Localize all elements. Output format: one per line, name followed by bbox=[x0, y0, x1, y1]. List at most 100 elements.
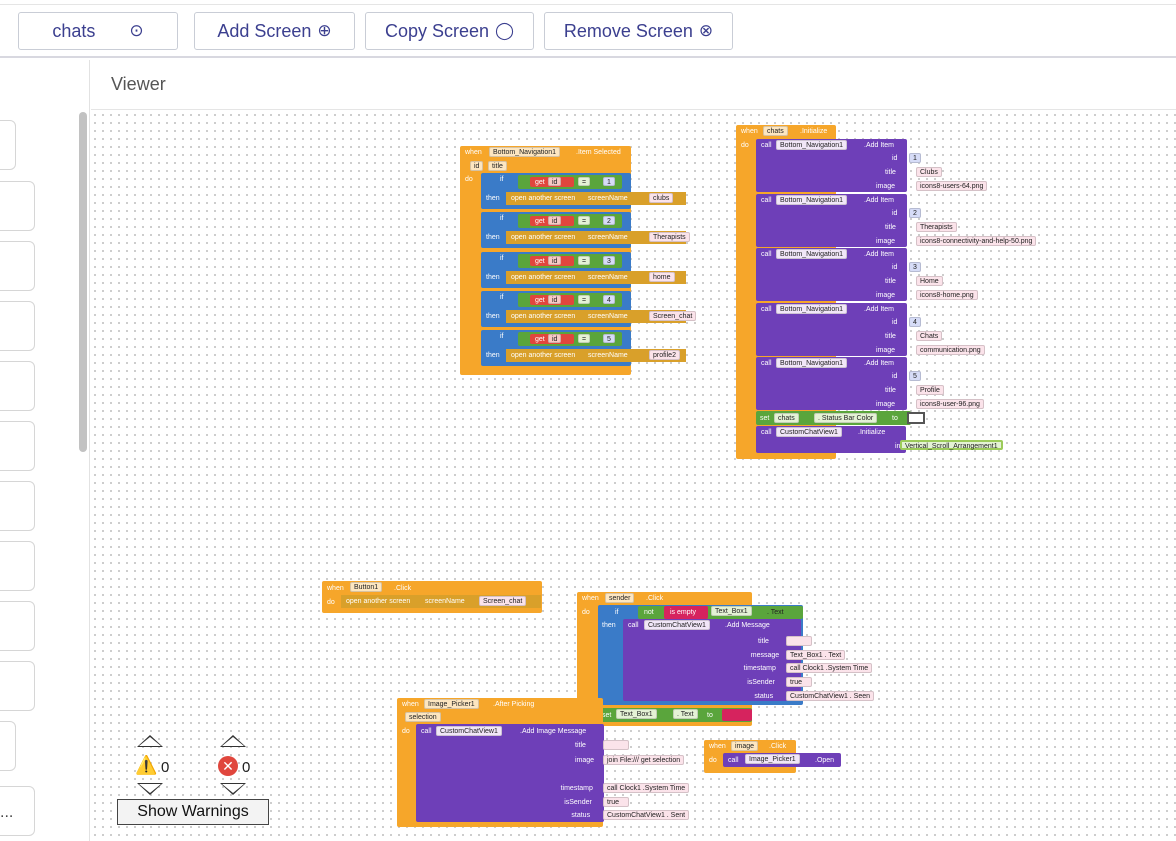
variable-dropdown[interactable]: id bbox=[548, 255, 562, 265]
operator-dropdown[interactable]: = bbox=[578, 334, 591, 344]
component-dropdown[interactable]: Bottom_Navigation1 bbox=[776, 194, 848, 205]
number-value[interactable]: 1 bbox=[603, 177, 615, 186]
title-value[interactable]: Profile bbox=[916, 385, 944, 396]
component-dropdown[interactable]: Bottom_Navigation1 bbox=[776, 140, 848, 150]
title-value[interactable]: Clubs bbox=[916, 167, 942, 177]
component-dropdown[interactable]: CustomChatView1 bbox=[644, 620, 710, 630]
screen-name-string[interactable]: clubs bbox=[649, 193, 674, 203]
prev-warning-arrow-icon[interactable] bbox=[137, 735, 163, 747]
image-value[interactable]: icons8-users-64.png bbox=[916, 181, 988, 191]
component-dropdown[interactable]: Bottom_Navigation1 bbox=[776, 249, 848, 260]
id-value[interactable]: 2 bbox=[909, 207, 921, 218]
screen-name-string[interactable]: Screen_chat bbox=[649, 310, 697, 321]
color-swatch[interactable] bbox=[907, 412, 925, 424]
next-error-arrow-icon[interactable] bbox=[220, 783, 246, 795]
component-dropdown[interactable]: Bottom_Navigation1 bbox=[489, 147, 561, 157]
arg-value[interactable]: CustomChatView1 . Sent bbox=[603, 810, 690, 820]
screen-name-string[interactable]: profile2 bbox=[649, 350, 680, 361]
drawer-card[interactable] bbox=[0, 541, 35, 591]
copy-screen-button[interactable]: Copy Screen ◯ bbox=[365, 12, 534, 50]
drawer-card[interactable] bbox=[0, 421, 35, 471]
operator-dropdown[interactable]: = bbox=[578, 255, 591, 265]
component-dropdown[interactable]: CustomChatView1 bbox=[776, 427, 842, 437]
arg-value[interactable]: call Clock1 .System Time bbox=[603, 783, 690, 793]
param-title[interactable]: title bbox=[488, 161, 507, 171]
param-selection[interactable]: selection bbox=[405, 712, 441, 722]
param-id[interactable]: id bbox=[470, 161, 484, 171]
drawer-card[interactable] bbox=[0, 120, 16, 170]
property-dropdown[interactable]: . Text bbox=[673, 709, 698, 719]
component-dropdown[interactable]: Image_Picker1 bbox=[424, 699, 479, 709]
arg-value[interactable]: call Clock1 .System Time bbox=[786, 663, 873, 673]
component-dropdown[interactable]: CustomChatView1 bbox=[436, 726, 502, 736]
arg-value[interactable]: true bbox=[603, 797, 629, 807]
arg-value[interactable]: true bbox=[786, 677, 812, 687]
drawer-card[interactable] bbox=[0, 481, 35, 531]
operator-dropdown[interactable]: = bbox=[578, 177, 591, 186]
image-value[interactable]: icons8-user-96.png bbox=[916, 399, 984, 410]
title-value[interactable]: Chats bbox=[916, 330, 943, 341]
arg-value[interactable] bbox=[603, 740, 629, 750]
variable-dropdown[interactable]: id bbox=[548, 216, 562, 226]
property-dropdown[interactable]: . Status Bar Color bbox=[814, 413, 878, 423]
drawer-card[interactable] bbox=[0, 361, 35, 411]
textbox-dropdown[interactable]: Text_Box1 bbox=[616, 709, 657, 719]
drawer-card[interactable] bbox=[0, 721, 16, 771]
component-dropdown[interactable]: sender bbox=[605, 593, 635, 603]
remove-screen-label: Remove Screen bbox=[563, 20, 693, 41]
title-value[interactable]: Therapists bbox=[916, 221, 957, 232]
variable-dropdown[interactable]: id bbox=[548, 334, 562, 344]
id-value[interactable]: 1 bbox=[909, 153, 921, 163]
number-value[interactable]: 2 bbox=[603, 216, 615, 226]
image-value[interactable]: icons8-connectivity-and-help-50.png bbox=[916, 235, 1037, 246]
add-screen-button[interactable]: Add Screen ⊕ bbox=[194, 12, 355, 50]
component-dropdown[interactable]: Bottom_Navigation1 bbox=[776, 358, 848, 369]
screen-name-string[interactable]: home bbox=[649, 271, 675, 282]
variable-dropdown[interactable]: id bbox=[548, 294, 562, 304]
id-value[interactable]: 3 bbox=[909, 262, 921, 273]
id-value[interactable]: 4 bbox=[909, 316, 921, 327]
drawer-card[interactable] bbox=[0, 181, 35, 231]
number-value[interactable]: 5 bbox=[603, 334, 615, 344]
component-dropdown[interactable]: Image_Picker1 bbox=[745, 754, 800, 764]
arg-value[interactable] bbox=[786, 636, 812, 646]
prev-error-arrow-icon[interactable] bbox=[220, 735, 246, 747]
variable-dropdown[interactable]: id bbox=[548, 177, 562, 186]
event-name: .Click bbox=[394, 585, 412, 592]
screen-dropdown[interactable]: chats bbox=[774, 413, 799, 423]
drawer-card[interactable] bbox=[0, 241, 35, 291]
number-value[interactable]: 3 bbox=[603, 255, 615, 265]
drawer-card[interactable] bbox=[0, 601, 35, 651]
add-image-message-block[interactable] bbox=[416, 724, 604, 822]
arg-value[interactable]: Text_Box1 . Text bbox=[786, 650, 846, 660]
screen-dropdown[interactable]: chats bbox=[763, 126, 788, 136]
empty-string-block[interactable] bbox=[722, 709, 752, 721]
image-value[interactable]: communication.png bbox=[916, 344, 985, 355]
arg-value[interactable]: join File:/// get selection bbox=[603, 755, 685, 765]
textbox-dropdown[interactable]: Text_Box1 bbox=[711, 606, 752, 616]
operator-dropdown[interactable]: = bbox=[578, 216, 591, 226]
arrangement-dropdown[interactable]: Vertical_Scroll_Arrangement1 bbox=[900, 440, 1003, 450]
id-value[interactable]: 5 bbox=[909, 371, 921, 382]
next-warning-arrow-icon[interactable] bbox=[137, 783, 163, 795]
arg-value[interactable]: CustomChatView1 . Seen bbox=[786, 691, 875, 701]
sidebar-scrollbar[interactable] bbox=[79, 112, 87, 452]
component-dropdown[interactable]: Bottom_Navigation1 bbox=[776, 303, 848, 314]
viewer-title: Viewer bbox=[111, 74, 166, 94]
drawer-card[interactable] bbox=[0, 661, 35, 711]
title-value[interactable]: Home bbox=[916, 276, 943, 287]
screen-selector-button[interactable]: chats ⊙ bbox=[18, 12, 178, 50]
remove-screen-button[interactable]: Remove Screen ⊗ bbox=[544, 12, 733, 50]
add-message-call-block[interactable] bbox=[623, 619, 801, 701]
screen-name-string[interactable]: Therapists bbox=[649, 232, 690, 243]
component-dropdown[interactable]: Button1 bbox=[350, 582, 383, 592]
screen-name-string[interactable]: Screen_chat bbox=[479, 596, 527, 606]
blocks-workspace[interactable] bbox=[91, 111, 1176, 841]
set-word: set bbox=[760, 415, 770, 422]
show-warnings-button[interactable]: Show Warnings bbox=[117, 799, 269, 825]
component-dropdown[interactable]: image bbox=[731, 741, 759, 751]
image-value[interactable]: icons8-home.png bbox=[916, 290, 978, 301]
number-value[interactable]: 4 bbox=[603, 294, 615, 304]
drawer-card[interactable] bbox=[0, 301, 35, 351]
operator-dropdown[interactable]: = bbox=[578, 294, 591, 304]
